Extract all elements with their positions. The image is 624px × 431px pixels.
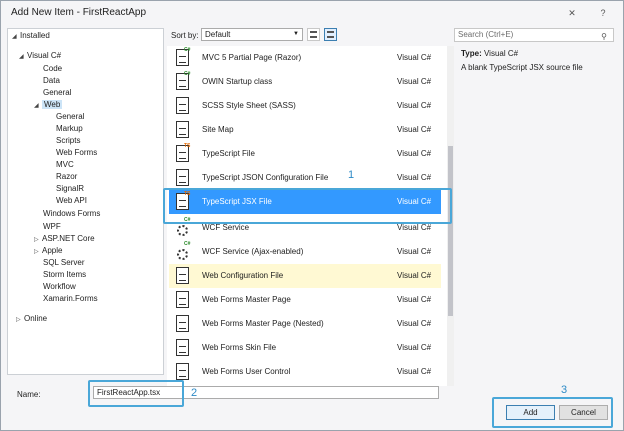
tree-node-windows-forms[interactable]: Windows Forms (43, 208, 100, 219)
tree-node-mvc[interactable]: MVC (56, 159, 74, 170)
tree-node-razor[interactable]: Razor (56, 171, 77, 182)
tree-node-code[interactable]: Code (43, 63, 62, 74)
list-item[interactable]: C# OWIN Startup class Visual C# (169, 70, 441, 94)
mvc-page-icon: C# (176, 47, 193, 67)
tree-node-markup[interactable]: Markup (56, 123, 83, 134)
tree-node-web-api[interactable]: Web API (56, 195, 87, 206)
master-page-icon (176, 291, 193, 309)
nested-master-page-icon (176, 315, 193, 333)
collapse-arrow-icon[interactable]: ◢ (34, 101, 42, 112)
annotation-number-1: 1 (348, 169, 355, 181)
wcf-ajax-service-icon: C# (176, 241, 193, 261)
tree-node-general[interactable]: General (43, 87, 71, 98)
tree-node-apple[interactable]: ▷ Apple (34, 245, 62, 256)
class-file-icon: C# (176, 71, 193, 91)
tree-node-workflow[interactable]: Workflow (43, 281, 76, 292)
tree-node-installed[interactable]: ◢ Installed (12, 30, 50, 41)
add-new-item-dialog: Add New Item - FirstReactApp ? ✕ ◢ Instal… (0, 0, 624, 431)
close-icon[interactable]: ✕ (565, 6, 579, 20)
list-item[interactable]: Web Forms Skin File Visual C# (169, 336, 441, 360)
list-item[interactable]: Web Configuration File Visual C# (169, 264, 441, 288)
list-item[interactable]: Site Map Visual C# (169, 118, 441, 142)
list-item[interactable]: TS TypeScript File Visual C# (169, 142, 441, 166)
title-bar: Add New Item - FirstReactApp ? ✕ (1, 1, 623, 27)
tree-node-web[interactable]: ◢ Web (34, 99, 63, 112)
sitemap-file-icon (176, 121, 193, 139)
sort-label: Sort by: (171, 31, 199, 40)
tree-node-web-general[interactable]: General (56, 111, 84, 122)
template-description: A blank TypeScript JSX source file (461, 63, 583, 72)
tree-node-data[interactable]: Data (43, 75, 60, 86)
json-config-file-icon (176, 169, 193, 187)
scrollbar-thumb[interactable] (448, 146, 453, 316)
expand-arrow-icon[interactable]: ▷ (34, 247, 42, 258)
window-title: Add New Item - FirstReactApp (11, 7, 147, 18)
list-item[interactable]: C# WCF Service (Ajax-enabled) Visual C# (169, 240, 441, 264)
skin-file-icon (176, 339, 193, 357)
collapse-arrow-icon[interactable]: ◢ (19, 52, 27, 63)
list-view-icon[interactable] (324, 28, 337, 41)
tree-node-storm-items[interactable]: Storm Items (43, 269, 86, 280)
template-info-panel: Type: Visual C# A blank TypeScript JSX s… (455, 45, 615, 135)
help-button[interactable]: ? (596, 6, 610, 20)
list-item[interactable]: TypeScript JSON Configuration File Visua… (169, 166, 441, 190)
tree-node-signalr[interactable]: SignalR (56, 183, 84, 194)
highlight-box-1 (163, 188, 452, 224)
tree-node-asp-net-core[interactable]: ▷ ASP.NET Core (34, 233, 95, 244)
sort-dropdown[interactable]: Default ▼ (201, 28, 303, 41)
tree-node-scripts[interactable]: Scripts (56, 135, 80, 146)
user-control-icon (176, 363, 193, 381)
search-icon[interactable]: ⚲ (601, 31, 607, 43)
type-line: Type: Visual C# (461, 49, 519, 58)
tree-node-xamarin-forms[interactable]: Xamarin.Forms (43, 293, 98, 304)
annotation-number-2: 2 (191, 387, 198, 399)
chevron-down-icon: ▼ (293, 31, 299, 37)
tree-node-web-forms[interactable]: Web Forms (56, 147, 97, 158)
collapse-arrow-icon[interactable]: ◢ (12, 32, 20, 43)
expand-arrow-icon[interactable]: ▷ (16, 315, 24, 326)
typescript-file-icon: TS (176, 143, 193, 163)
list-item[interactable]: C# MVC 5 Partial Page (Razor) Visual C# (169, 46, 441, 70)
name-label: Name: (17, 390, 41, 399)
highlight-box-3 (492, 397, 613, 428)
tree-node-sql-server[interactable]: SQL Server (43, 257, 85, 268)
tree-node-wpf[interactable]: WPF (43, 221, 61, 232)
list-item[interactable]: Web Forms Master Page (Nested) Visual C# (169, 312, 441, 336)
list-item[interactable]: SCSS Style Sheet (SASS) Visual C# (169, 94, 441, 118)
annotation-number-3: 3 (561, 384, 568, 396)
list-item[interactable]: Web Forms Master Page Visual C# (169, 288, 441, 312)
highlight-box-2 (88, 380, 184, 407)
web-config-file-icon (176, 267, 193, 285)
tree-node-online[interactable]: ▷ Online (16, 313, 47, 324)
stylesheet-file-icon (176, 97, 193, 115)
template-category-tree[interactable]: ◢ Installed ◢ Visual C# Code Data General … (7, 28, 164, 375)
search-input[interactable]: Search (Ctrl+E) ⚲ (454, 28, 614, 42)
tree-node-visual-csharp[interactable]: ◢ Visual C# (19, 50, 61, 61)
list-item[interactable]: Web Forms User Control Visual C# (169, 360, 441, 384)
grid-view-icon[interactable] (307, 28, 320, 41)
sort-toolbar: Sort by: Default ▼ (171, 28, 443, 44)
